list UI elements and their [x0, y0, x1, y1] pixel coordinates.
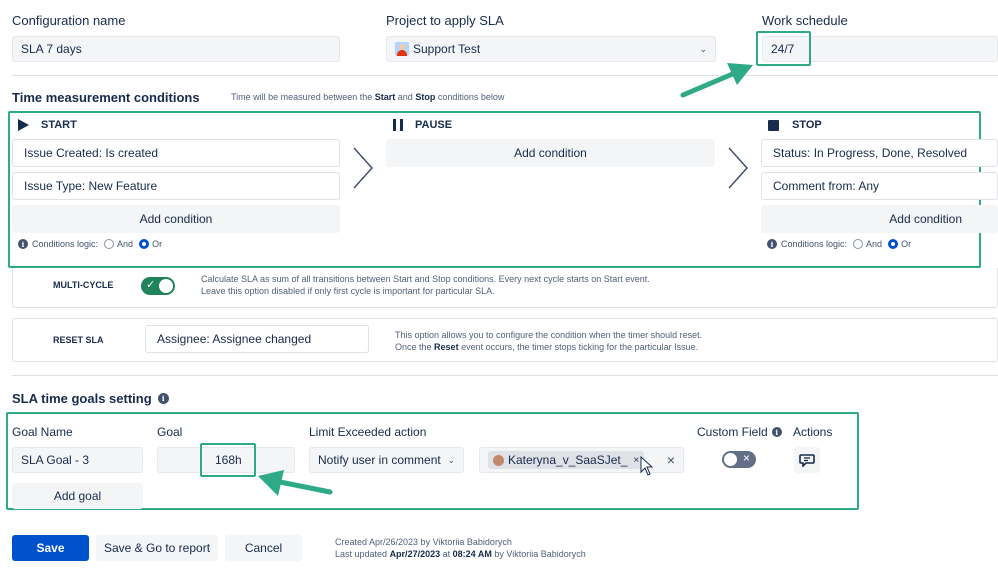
cancel-button[interactable]: Cancel: [225, 535, 302, 561]
clear-icon[interactable]: ×: [667, 452, 675, 468]
start-add-condition-button[interactable]: Add condition: [12, 205, 340, 233]
audit-info: Created Apr/26/2023 by Viktoriia Babidor…: [335, 536, 586, 560]
col-goal: Goal: [157, 425, 183, 439]
save-button[interactable]: Save: [12, 535, 89, 561]
annotation-arrow-icon: [680, 63, 753, 98]
pause-icon: [393, 119, 403, 131]
multicycle-toggle[interactable]: ✓: [141, 277, 175, 295]
stop-logic-and-radio[interactable]: [853, 239, 864, 249]
project-select[interactable]: Support Test ⌄: [386, 36, 716, 62]
conditions-title: Time measurement conditions: [12, 90, 200, 105]
start-conditions-logic: i Conditions logic: And Or: [18, 239, 162, 249]
comment-icon: [799, 454, 815, 467]
col-goal-name: Goal Name: [12, 425, 73, 439]
conditions-hint: Time will be measured between the Start …: [231, 92, 505, 102]
goal-name-input[interactable]: SLA Goal - 3: [12, 447, 143, 473]
user-avatar-icon: [493, 454, 504, 466]
start-logic-and-radio[interactable]: [104, 239, 115, 249]
start-label: START: [41, 119, 77, 131]
chevron-right-icon: [353, 147, 374, 189]
close-icon: ×: [742, 451, 750, 465]
info-icon: i: [771, 427, 782, 437]
stop-icon: [768, 119, 779, 131]
info-icon: i: [18, 239, 28, 249]
project-label: Project to apply SLA: [386, 13, 504, 28]
config-name-input[interactable]: SLA 7 days: [12, 36, 340, 62]
save-go-report-button[interactable]: Save & Go to report: [96, 535, 218, 561]
stop-add-condition-button[interactable]: Add condition: [761, 205, 998, 233]
config-name-label: Configuration name: [12, 13, 126, 28]
stop-condition-2[interactable]: Comment from: Any: [761, 172, 998, 200]
start-logic-or-radio[interactable]: [139, 239, 150, 249]
col-custom-field: Custom Field i: [697, 425, 786, 439]
stop-logic-or-radio[interactable]: [888, 239, 899, 249]
project-avatar-icon: [395, 42, 409, 56]
start-condition-2[interactable]: Issue Type: New Feature: [12, 172, 340, 200]
multicycle-desc: Calculate SLA as sum of all transitions …: [201, 274, 650, 296]
goals-title: SLA time goals setting i: [12, 391, 173, 406]
annotation-arrow-icon: [258, 470, 333, 496]
reset-label: RESET SLA: [53, 335, 104, 345]
comment-action-button[interactable]: [794, 447, 820, 473]
info-icon: i: [157, 393, 169, 404]
remove-tag-icon[interactable]: ×: [633, 455, 639, 466]
highlight-goal: [200, 443, 256, 477]
add-goal-button[interactable]: Add goal: [12, 483, 143, 509]
custom-field-toggle[interactable]: ×: [722, 451, 756, 468]
start-condition-1[interactable]: Issue Created: Is created: [12, 139, 340, 167]
pause-header: PAUSE: [393, 119, 452, 131]
chevron-down-icon: ⌄: [447, 454, 455, 465]
chevron-down-icon: ⌄: [699, 43, 707, 54]
mouse-cursor-icon: [640, 456, 654, 476]
stop-label: STOP: [792, 119, 822, 131]
stop-conditions-logic: i Conditions logic: And Or: [767, 239, 911, 249]
col-limit-action: Limit Exceeded action: [309, 425, 427, 439]
info-icon: i: [767, 239, 777, 249]
col-actions: Actions: [793, 425, 833, 439]
pause-label: PAUSE: [415, 119, 453, 131]
project-value: Support Test: [413, 42, 481, 56]
config-name-value: SLA 7 days: [21, 42, 82, 56]
check-icon: ✓: [146, 278, 156, 291]
updated-text: Last updated Apr/27/2023 at 08:24 AM by …: [335, 549, 586, 559]
start-header: START: [18, 119, 77, 131]
reset-condition[interactable]: Assignee: Assignee changed: [145, 325, 369, 353]
user-tag: Kateryna_v_SaaSJet_ ×: [488, 451, 645, 469]
pause-add-condition-button[interactable]: Add condition: [386, 139, 715, 167]
stop-condition-1[interactable]: Status: In Progress, Done, Resolved: [761, 139, 998, 167]
stop-header: STOP: [768, 119, 822, 131]
created-text: Created Apr/26/2023 by Viktoriia Babidor…: [335, 537, 512, 547]
work-schedule-label: Work schedule: [762, 13, 848, 28]
play-icon: [18, 119, 29, 131]
multicycle-label: MULTI-CYCLE: [53, 280, 114, 290]
reset-desc: This option allows you to configure the …: [395, 330, 703, 352]
chevron-right-icon: [728, 147, 749, 189]
